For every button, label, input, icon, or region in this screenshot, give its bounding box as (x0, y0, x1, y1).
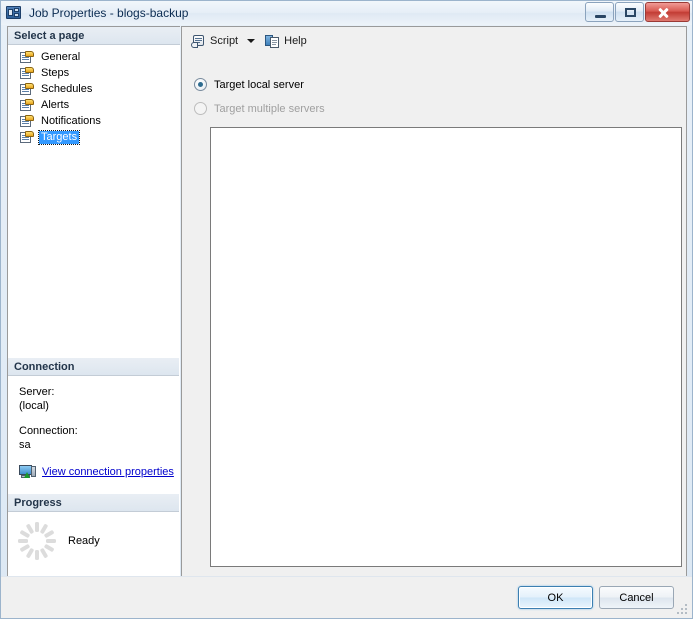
toolbar: Script Help (182, 27, 686, 55)
sidebar-item-schedules[interactable]: Schedules (8, 81, 180, 97)
script-label: Script (210, 35, 239, 47)
page-icon (20, 66, 34, 80)
sidebar-item-label: Steps (41, 66, 70, 79)
page-icon (20, 130, 34, 144)
job-properties-dialog: Job Properties - blogs-backup Select a p… (0, 0, 693, 619)
minimize-icon (595, 15, 606, 18)
minimize-button[interactable] (585, 2, 614, 22)
script-scroll-icon (191, 34, 206, 48)
target-multiple-servers-option: Target multiple servers (194, 102, 325, 115)
sidebar-item-label: Alerts (41, 98, 70, 111)
progress-body: Ready (8, 512, 179, 560)
script-button[interactable]: Script (188, 31, 241, 51)
chevron-down-icon[interactable] (247, 39, 256, 43)
connection-details: Server: (local) Connection: sa View conn… (8, 376, 179, 479)
select-page-header: Select a page (8, 27, 180, 45)
cancel-button[interactable]: Cancel (599, 586, 674, 609)
close-button[interactable] (645, 2, 690, 22)
title-bar: Job Properties - blogs-backup (1, 1, 692, 25)
progress-status: Ready (68, 535, 100, 547)
sidebar-item-general[interactable]: General (8, 49, 180, 65)
view-connection-properties-row[interactable]: View connection properties (19, 465, 179, 479)
connection-label: Connection: (19, 425, 78, 437)
ok-button[interactable]: OK (518, 586, 593, 609)
progress-spinner-icon (18, 522, 57, 560)
maximize-icon (625, 8, 636, 17)
sidebar-item-steps[interactable]: Steps (8, 65, 180, 81)
server-label: Server: (19, 386, 55, 398)
left-navigation-pane: Select a page General Steps Schedules Al… (7, 26, 180, 578)
help-document-icon (265, 34, 280, 48)
page-icon (20, 50, 34, 64)
target-local-server-option[interactable]: Target local server (194, 78, 304, 91)
target-local-server-radio[interactable] (194, 78, 207, 91)
content-pane: Script Help Target local server Target m… (181, 26, 687, 578)
sidebar-item-alerts[interactable]: Alerts (8, 97, 180, 113)
sidebar-item-targets[interactable]: Targets (8, 129, 180, 145)
sidebar-item-label: General (41, 50, 81, 63)
sidebar-item-label: Targets (37, 129, 81, 145)
target-local-server-label: Target local server (214, 78, 304, 91)
page-icon (20, 82, 34, 96)
target-multiple-servers-label: Target multiple servers (214, 102, 325, 115)
progress-header: Progress (8, 494, 179, 512)
help-label: Help (284, 35, 307, 47)
target-multiple-servers-radio (194, 102, 207, 115)
window-controls (585, 2, 690, 22)
server-value: (local) (19, 400, 49, 412)
maximize-button[interactable] (615, 2, 644, 22)
connection-value: sa (19, 439, 31, 451)
dialog-footer: OK Cancel (1, 576, 692, 618)
page-icon (20, 114, 34, 128)
computer-icon (19, 465, 37, 479)
sidebar-item-label: Schedules (41, 82, 93, 95)
connection-header: Connection (8, 358, 179, 376)
page-list: General Steps Schedules Alerts Notificat… (8, 45, 180, 145)
sidebar-item-label: Notifications (41, 114, 101, 127)
window-title: Job Properties - blogs-backup (29, 6, 189, 20)
sidebar-item-notifications[interactable]: Notifications (8, 113, 180, 129)
view-connection-properties-link[interactable]: View connection properties (42, 465, 174, 479)
resize-grip[interactable] (677, 604, 689, 616)
help-button[interactable]: Help (262, 31, 310, 51)
job-properties-icon (5, 5, 23, 21)
target-servers-list[interactable] (210, 127, 682, 567)
page-icon (20, 98, 34, 112)
